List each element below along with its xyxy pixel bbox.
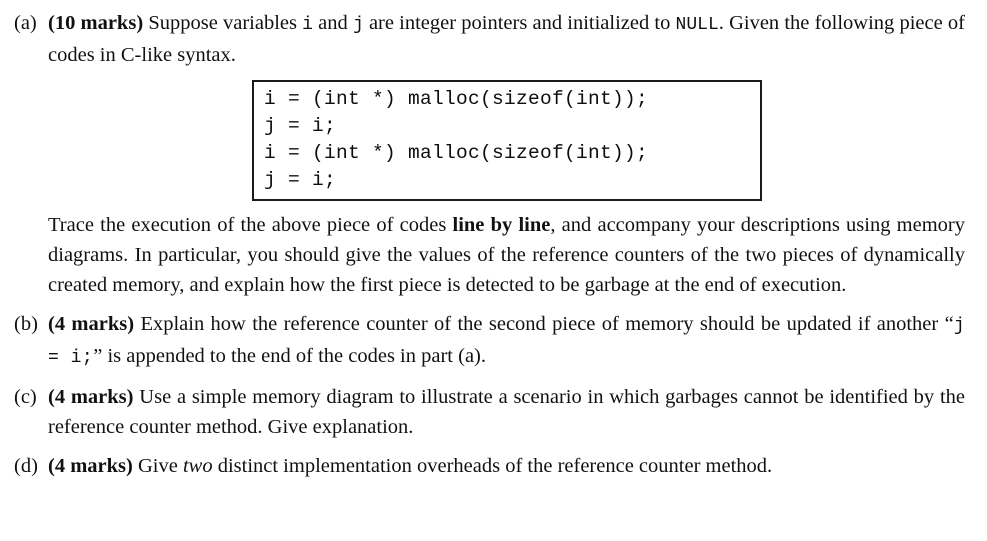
question-item-d: (d) (4 marks) Give two distinct implemen… <box>0 451 987 481</box>
question-d-text-before: Give <box>132 455 183 477</box>
question-a-intro-paragraph: (10 marks) Suppose variables i and j are… <box>48 8 965 70</box>
question-label-a: (a) <box>14 12 37 34</box>
trace-text-before: Trace the execution of the above piece o… <box>48 214 453 236</box>
question-label-c: (c) <box>14 386 37 408</box>
marks-label-b: (4 marks) <box>48 313 135 335</box>
question-item-a: (a) (10 marks) Suppose variables i and j… <box>0 8 987 70</box>
variable-i-mono: i <box>302 15 313 35</box>
marks-label-d: (4 marks) <box>48 455 133 477</box>
question-label-d: (d) <box>14 455 38 477</box>
question-a-trace-block: Trace the execution of the above piece o… <box>0 210 987 300</box>
code-line: i = (int *) malloc(sizeof(int)); <box>264 88 649 110</box>
question-item-b: (b) (4 marks) Explain how the reference … <box>0 309 987 373</box>
code-line: j = i; <box>264 115 337 137</box>
question-label-b: (b) <box>14 313 38 335</box>
code-listing-wrapper: i = (int *) malloc(sizeof(int)); j = i; … <box>0 80 987 201</box>
question-b-text-before: Explain how the reference counter of the… <box>134 313 954 335</box>
code-line: j = i; <box>264 169 337 191</box>
question-c-text: Use a simple memory diagram to illustrat… <box>48 386 965 438</box>
null-literal-mono: NULL <box>675 15 719 35</box>
question-d-text-after: distinct implementation overheads of the… <box>212 455 773 477</box>
question-d-paragraph: (4 marks) Give two distinct implementati… <box>48 451 965 481</box>
code-listing-box: i = (int *) malloc(sizeof(int)); j = i; … <box>252 80 762 201</box>
question-a-text-2: and <box>312 12 353 34</box>
document-page: (a) (10 marks) Suppose variables i and j… <box>0 8 987 541</box>
question-a-text-3: are integer pointers and initialized to <box>363 12 676 34</box>
marks-label-a: (10 marks) <box>48 12 144 34</box>
variable-j-mono: j <box>352 15 364 35</box>
question-item-c: (c) (4 marks) Use a simple memory diagra… <box>0 382 987 442</box>
question-a-text-1: Suppose variables <box>143 12 303 34</box>
code-line: i = (int *) malloc(sizeof(int)); <box>264 142 649 164</box>
question-a-trace-paragraph: Trace the execution of the above piece o… <box>48 210 965 300</box>
question-b-text-after: ” is appended to the end of the codes in… <box>93 345 486 367</box>
question-c-paragraph: (4 marks) Use a simple memory diagram to… <box>48 382 965 442</box>
question-b-paragraph: (4 marks) Explain how the reference coun… <box>48 309 965 373</box>
marks-label-c: (4 marks) <box>48 386 134 408</box>
question-d-emphasis-two: two <box>182 455 213 477</box>
trace-emphasis-line-by-line: line by line <box>452 214 551 236</box>
